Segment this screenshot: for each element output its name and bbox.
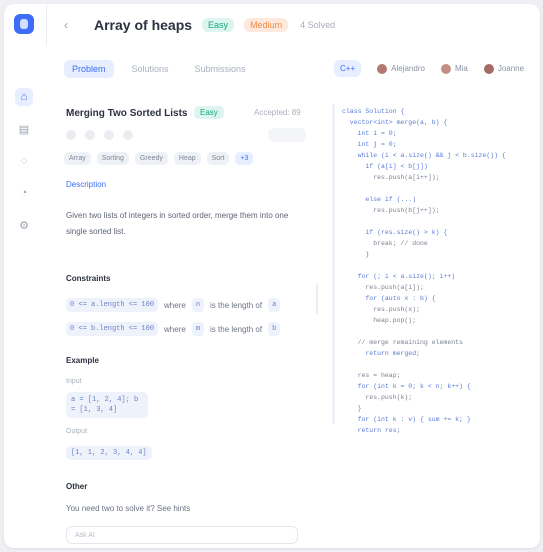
tag[interactable]: Array — [64, 152, 91, 165]
code-line: res.push(b[j++]); — [342, 207, 440, 214]
problem-difficulty-badge: Easy — [194, 106, 224, 119]
code-line: for (int k = 0; k < n; k++) { — [342, 383, 471, 390]
code-line: for (auto x : b) { — [342, 295, 436, 302]
topic-tags: Array Sorting Greedy Heap Sort +3 — [64, 152, 254, 165]
home-icon[interactable]: ⌂ — [15, 88, 33, 106]
line-gutter — [332, 104, 335, 424]
other-note: You need two to solve it? See hints — [66, 504, 191, 513]
code-line: heap.pop(); — [342, 317, 417, 324]
example-heading: Example — [66, 356, 99, 365]
other-heading: Other — [66, 482, 88, 491]
code-line: else if (...) — [342, 196, 417, 203]
description-link[interactable]: Description — [66, 180, 106, 189]
tag[interactable]: Heap — [173, 152, 201, 165]
page-title: Array of heaps — [94, 17, 193, 33]
code-line: for (int k : v) { sum += k; } — [342, 416, 471, 423]
collaborator[interactable]: Alejandro — [377, 63, 425, 74]
like-icon[interactable] — [66, 130, 76, 140]
code-line: if (a[i] < b[j]) — [342, 163, 428, 170]
code-line: class Solution { — [342, 108, 405, 115]
code-line: // merge remaining elements — [342, 339, 463, 346]
tag[interactable]: Sort — [206, 152, 230, 165]
code-line: while (i < a.size() && j < b.size()) { — [342, 152, 506, 159]
code-line: res.push(k); — [342, 394, 413, 401]
code-line: int j = 0; — [342, 141, 397, 148]
editor-pane: C++ Alejandro Mia Joanne class Solution … — [318, 46, 540, 548]
code-line: res.push(a[i++]); — [342, 174, 440, 181]
app-window: ⌂ ▤ ◌ ◔ ⚙ ‹ Array of heaps Easy Medium 4… — [4, 4, 540, 548]
code-line: res.push(a[i]); — [342, 284, 424, 291]
back-icon[interactable]: ‹ — [64, 18, 80, 32]
code-line: break; // done — [342, 240, 428, 247]
code-line: vector<int> merge(a, b) { — [342, 119, 448, 126]
avatar — [377, 63, 388, 74]
code-line: res = heap; — [342, 372, 401, 379]
chart-icon[interactable]: ◔ — [15, 184, 33, 202]
collaborator[interactable]: Mia — [440, 63, 468, 74]
solved-count: 4 Solved — [300, 20, 336, 30]
top-bar: ‹ Array of heaps Easy Medium 4 Solved — [46, 4, 540, 47]
code-line: return merged; — [342, 350, 421, 357]
share-icon[interactable] — [123, 130, 133, 140]
code-line: } — [342, 251, 370, 258]
problem-actions — [66, 130, 133, 140]
more-tags-button[interactable]: +3 — [235, 152, 254, 165]
tab-problem[interactable]: Problem — [64, 60, 114, 78]
code-line: if (res.size() > k) { — [342, 229, 448, 236]
code-line: return res; — [342, 427, 401, 434]
avatar — [440, 63, 451, 74]
constraint-row: 0 <= a.length <= 100 where n is the leng… — [66, 298, 281, 312]
status-badge: Medium — [244, 18, 289, 32]
language-select[interactable]: C++ — [334, 60, 362, 77]
left-rail: ⌂ ▤ ◌ ◔ ⚙ — [4, 4, 47, 548]
code-line: } — [342, 405, 362, 412]
app-logo-icon — [14, 14, 34, 34]
ask-input[interactable]: Ask AI — [66, 526, 298, 544]
tag[interactable]: Greedy — [134, 152, 168, 165]
problem-pane: Problem Solutions Submissions Merging Tw… — [46, 46, 319, 548]
code-line: res.push(x); — [342, 306, 421, 313]
difficulty-badge: Easy — [202, 18, 235, 32]
output-label: Output — [66, 428, 88, 435]
input-label: Input — [66, 378, 82, 385]
code-editor[interactable]: class Solution { vector<int> merge(a, b)… — [342, 106, 506, 436]
problem-description: Given two lists of integers in sorted or… — [66, 211, 289, 236]
code-line: int i = 0; — [342, 130, 397, 137]
tab-solutions[interactable]: Solutions — [124, 60, 177, 78]
tag[interactable]: Sorting — [96, 152, 129, 165]
problem-title: Merging Two Sorted Lists — [66, 108, 188, 119]
chat-icon[interactable]: ◌ — [15, 152, 33, 170]
code-line: for (; i < a.size(); i++) — [342, 273, 456, 280]
tab-submissions[interactable]: Submissions — [187, 60, 254, 78]
settings-icon[interactable]: ⚙ — [15, 216, 33, 234]
constraints-heading: Constraints — [66, 274, 111, 283]
book-icon[interactable]: ▤ — [15, 120, 33, 138]
acceptance-rate: Accepted: 89 — [254, 108, 301, 117]
example-input: a = [1, 2, 4]; b = [1, 3, 4] — [66, 392, 148, 418]
dislike-icon[interactable] — [85, 130, 95, 140]
problem-tabs: Problem Solutions Submissions — [64, 60, 254, 78]
timer-widget[interactable] — [268, 128, 306, 142]
avatar — [483, 63, 494, 74]
star-icon[interactable] — [104, 130, 114, 140]
editor-toolbar: C++ Alejandro Mia Joanne — [334, 60, 524, 77]
collaborator[interactable]: Joanne — [483, 63, 524, 74]
example-output: [1, 1, 2, 3, 4, 4] — [66, 446, 152, 460]
constraint-row: 0 <= b.length <= 100 where m is the leng… — [66, 322, 281, 336]
